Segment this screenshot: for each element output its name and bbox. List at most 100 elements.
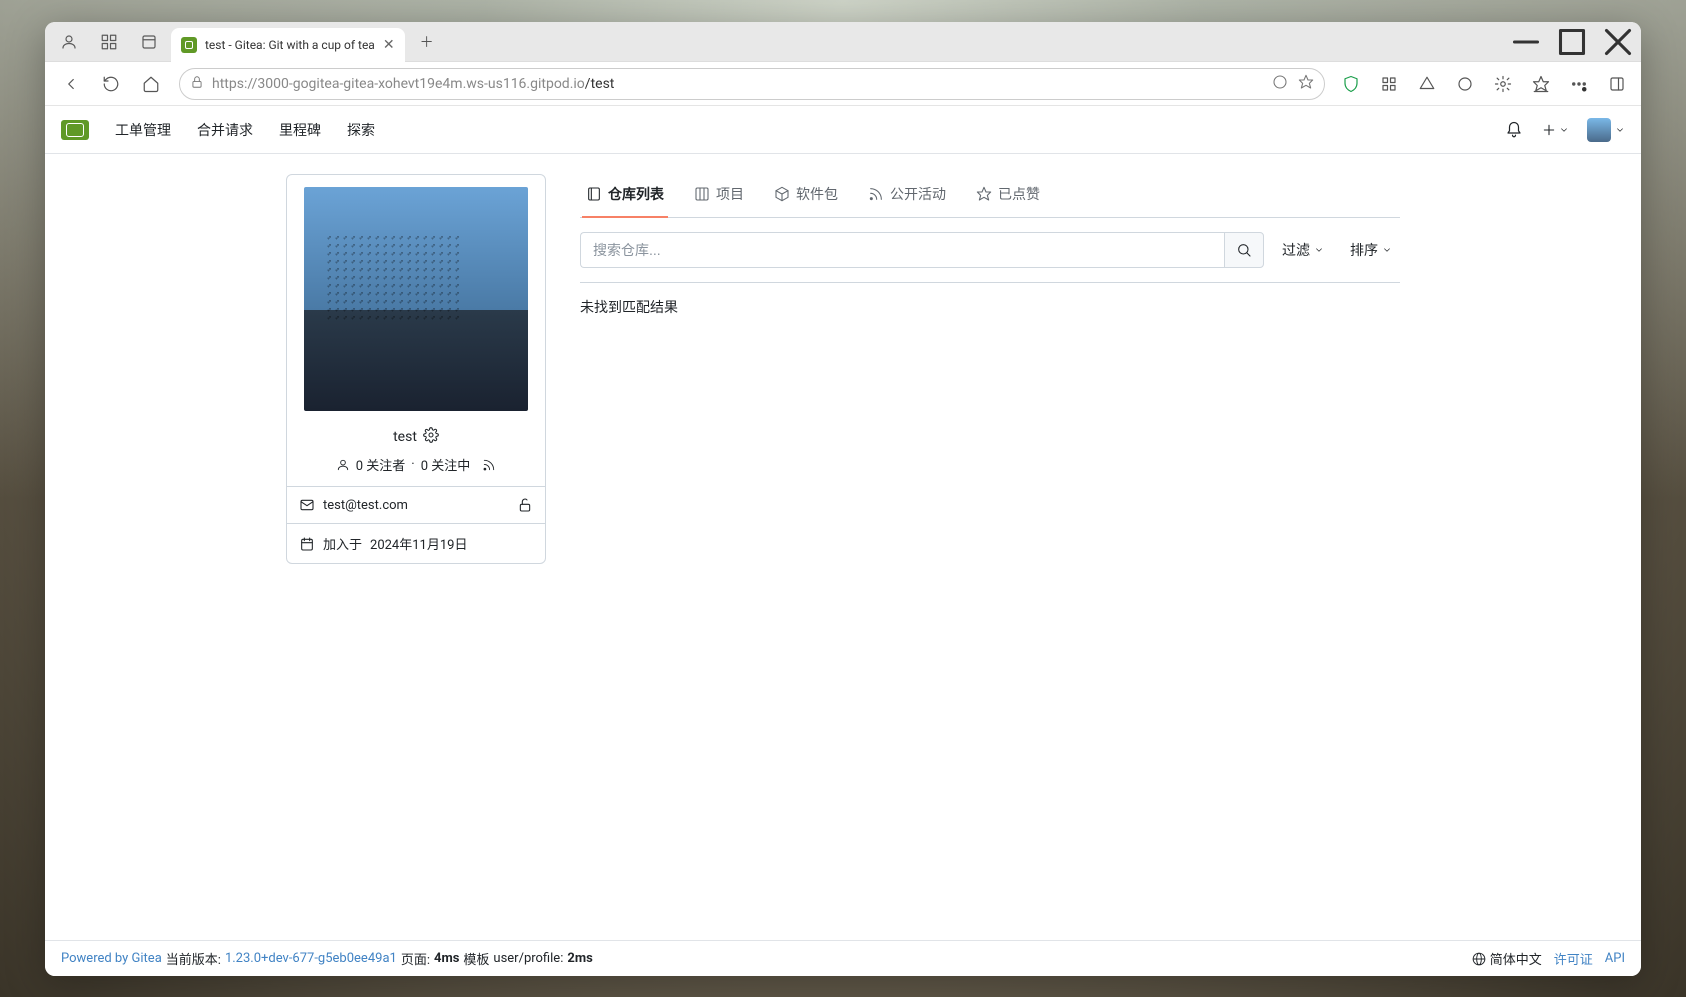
tab-projects[interactable]: 项目 (690, 174, 748, 218)
drive-extension-icon[interactable] (1411, 68, 1443, 100)
template-label: 模板 (463, 949, 489, 968)
minimize-button[interactable] (1503, 22, 1549, 62)
tab-activity-label: 公开活动 (890, 184, 946, 204)
language-label: 简体中文 (1490, 949, 1542, 968)
tab-repositories[interactable]: 仓库列表 (582, 174, 668, 218)
joined-label: 加入于 (323, 534, 362, 553)
rss-icon[interactable] (482, 458, 496, 472)
followers-link[interactable]: 0 关注者 (356, 455, 406, 474)
search-icon (1236, 242, 1252, 258)
shield-extension-icon[interactable] (1335, 68, 1367, 100)
tab-actions-button[interactable] (131, 26, 167, 58)
workspaces-button[interactable] (91, 26, 127, 58)
repo-icon (586, 186, 602, 202)
following-link[interactable]: 0 关注中 (421, 455, 471, 474)
profile-card: test 0 关注者 · 0 关注中 test@test.com (286, 174, 546, 564)
nav-milestones[interactable]: 里程碑 (279, 120, 321, 140)
api-link[interactable]: API (1605, 951, 1625, 966)
settings-extension-icon[interactable] (1487, 68, 1519, 100)
project-icon (694, 186, 710, 202)
filter-dropdown[interactable]: 过滤 (1274, 232, 1332, 268)
language-selector[interactable]: 简体中文 (1472, 949, 1542, 968)
url-bar[interactable]: https://3000-gogitea-gitea-xohevt19e4m.w… (179, 68, 1325, 100)
unlock-icon (517, 497, 533, 513)
tab-title: test - Gitea: Git with a cup of tea (205, 38, 375, 52)
tab-starred[interactable]: 已点赞 (972, 174, 1044, 218)
browser-window: test - Gitea: Git with a cup of tea ✕ ＋ … (45, 22, 1641, 976)
tab-activity[interactable]: 公开活动 (864, 174, 950, 218)
back-button[interactable] (53, 68, 89, 100)
profile-stats: 0 关注者 · 0 关注中 (287, 455, 545, 486)
template-time: 2ms (567, 951, 592, 966)
profile-username: test (393, 429, 417, 445)
refresh-button[interactable] (93, 68, 129, 100)
calendar-icon (299, 536, 315, 552)
profile-email-row: test@test.com (287, 486, 545, 523)
gitea-navbar: 工单管理 合并请求 里程碑 探索 (45, 106, 1641, 154)
profile-main: 仓库列表 项目 软件包 公开活动 (580, 174, 1400, 940)
maximize-button[interactable] (1549, 22, 1595, 62)
nav-issues[interactable]: 工单管理 (115, 120, 171, 140)
sidebar-button[interactable] (1601, 68, 1633, 100)
search-input[interactable] (580, 232, 1224, 268)
main-content: test 0 关注者 · 0 关注中 test@test.com (45, 154, 1641, 940)
profile-tabs: 仓库列表 项目 软件包 公开活动 (580, 174, 1400, 218)
more-button[interactable] (1563, 68, 1595, 100)
globe-icon (1472, 952, 1486, 966)
profile-avatar[interactable] (304, 187, 528, 411)
extensions (1335, 68, 1633, 100)
browser-tab[interactable]: test - Gitea: Git with a cup of tea ✕ (171, 28, 405, 62)
page-time: 4ms (434, 951, 459, 966)
page-label: 页面: (401, 949, 430, 968)
gitea-favicon-icon (181, 37, 197, 53)
user-avatar-icon (1587, 118, 1611, 142)
user-menu-button[interactable] (1587, 118, 1625, 142)
home-button[interactable] (133, 68, 169, 100)
tab-packages-label: 软件包 (796, 184, 838, 204)
joined-date: 2024年11月19日 (370, 534, 467, 553)
profile-joined-row: 加入于 2024年11月19日 (287, 523, 545, 563)
create-menu-button[interactable] (1541, 122, 1569, 138)
profile-button[interactable] (51, 26, 87, 58)
chevron-down-icon (1382, 245, 1392, 255)
favorites-button[interactable] (1525, 68, 1557, 100)
window-controls (1503, 22, 1641, 62)
browser-toolbar: https://3000-gogitea-gitea-xohevt19e4m.w… (45, 62, 1641, 106)
license-link[interactable]: 许可证 (1554, 949, 1593, 968)
new-tab-button[interactable]: ＋ (413, 28, 441, 56)
tab-starred-label: 已点赞 (998, 184, 1040, 204)
tab-projects-label: 项目 (716, 184, 744, 204)
person-icon (336, 458, 350, 472)
close-window-button[interactable] (1595, 22, 1641, 62)
settings-icon[interactable] (423, 427, 439, 447)
nav-explore[interactable]: 探索 (347, 120, 375, 140)
gitea-logo-icon[interactable] (61, 120, 89, 140)
template-name: user/profile: (493, 951, 563, 966)
tab-strip: test - Gitea: Git with a cup of tea ✕ ＋ (45, 22, 1641, 62)
page: 工单管理 合并请求 里程碑 探索 test 0 关注者 (45, 106, 1641, 976)
circle-extension-icon[interactable] (1449, 68, 1481, 100)
tab-packages[interactable]: 软件包 (770, 174, 842, 218)
edge-icon[interactable] (1272, 74, 1288, 94)
chevron-down-icon (1314, 245, 1324, 255)
nav-pulls[interactable]: 合并请求 (197, 120, 253, 140)
favorite-icon[interactable] (1298, 74, 1314, 94)
tab-repos-label: 仓库列表 (608, 184, 664, 204)
url-text: https://3000-gogitea-gitea-xohevt19e4m.w… (212, 76, 614, 92)
notifications-button[interactable] (1505, 121, 1523, 139)
profile-email[interactable]: test@test.com (323, 498, 408, 513)
grid-extension-icon[interactable] (1373, 68, 1405, 100)
sort-dropdown[interactable]: 排序 (1342, 232, 1400, 268)
profile-name-row: test (287, 423, 545, 455)
footer: Powered by Gitea 当前版本: 1.23.0+dev-677-g5… (45, 940, 1641, 976)
version-link[interactable]: 1.23.0+dev-677-g5eb0ee49a1 (225, 951, 397, 966)
filter-label: 过滤 (1282, 240, 1310, 260)
results: 未找到匹配结果 (580, 282, 1400, 317)
search-box (580, 232, 1264, 268)
sort-label: 排序 (1350, 240, 1378, 260)
search-button[interactable] (1224, 232, 1264, 268)
powered-by-link[interactable]: Powered by Gitea (61, 951, 162, 966)
version-label: 当前版本: (166, 949, 221, 968)
close-tab-button[interactable]: ✕ (383, 37, 395, 53)
mail-icon (299, 497, 315, 513)
